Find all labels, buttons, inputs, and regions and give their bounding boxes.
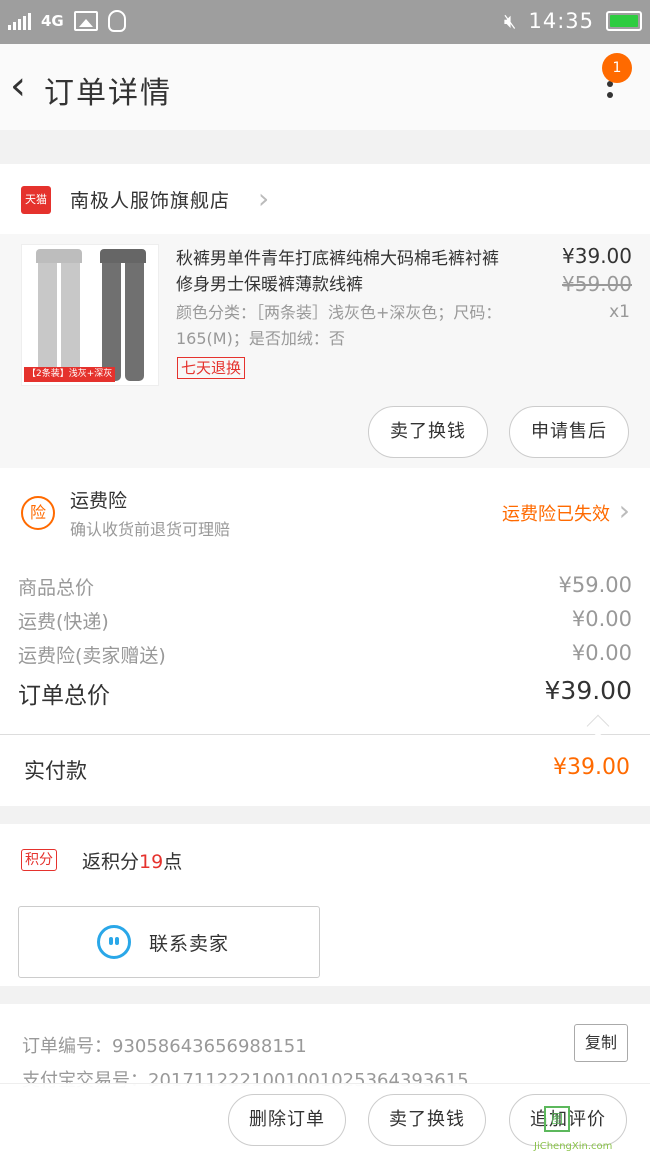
summary-label: 商品总价 bbox=[18, 577, 95, 599]
original-price: ¥59.00 bbox=[562, 272, 632, 296]
summary-label: 运费险(卖家赠送) bbox=[18, 645, 166, 667]
insurance-subtitle: 确认收货前退货可理赔 bbox=[70, 520, 231, 539]
product-spec: 颜色分类：［两条装］浅灰色+深灰色；尺码：165(M)；是否加绒：否 bbox=[176, 303, 502, 348]
order-total-value: ¥39.00 bbox=[544, 676, 632, 705]
chevron-left-icon: ‹ bbox=[10, 63, 26, 109]
network-type: 4G bbox=[41, 12, 64, 30]
page-title: 订单详情 bbox=[44, 76, 172, 111]
watermark: 图 JiChengXin.com bbox=[534, 1098, 646, 1152]
notification-badge: 1 bbox=[602, 53, 632, 83]
points-suffix: 点 bbox=[163, 851, 183, 873]
sell-button[interactable]: 卖了换钱 bbox=[368, 406, 488, 458]
product-title: 秋裤男单件青年打底裤纯棉大码棉毛裤衬裤修身男士保暖裤薄款线裤 bbox=[176, 249, 499, 295]
image-tag: 【2条装】浅灰+深灰 bbox=[24, 367, 116, 382]
points-text: 返积分19点 bbox=[82, 847, 182, 874]
back-button[interactable]: ‹ bbox=[10, 66, 40, 106]
summary-value: ¥0.00 bbox=[571, 641, 632, 665]
clock: 14:35 bbox=[528, 9, 594, 33]
summary-label: 运费(快递) bbox=[18, 611, 109, 633]
summary-row: 运费(快递) ¥0.00 bbox=[18, 607, 632, 637]
summary-row: 运费险(卖家赠送) ¥0.00 bbox=[18, 641, 632, 671]
after-sale-button[interactable]: 申请售后 bbox=[509, 406, 629, 458]
chevron-right-icon: › bbox=[618, 494, 630, 527]
summary-value: ¥0.00 bbox=[571, 607, 632, 631]
order-number: 订单编号：930586436569881​51 bbox=[22, 1036, 307, 1057]
sell-again-button[interactable]: 卖了换钱 bbox=[368, 1094, 486, 1146]
watermark-text: JiChengXin.com bbox=[534, 1141, 613, 1152]
order-total-row: 订单总价 ¥39.00 bbox=[18, 676, 632, 709]
tmall-logo: 天猫 bbox=[21, 186, 51, 214]
image-icon bbox=[73, 11, 98, 31]
points-section: 积分 返积分19点 联系卖家 bbox=[0, 824, 650, 986]
nav-bar: ‹ 订单详情 1 bbox=[0, 44, 650, 130]
contact-seller-button[interactable]: 联系卖家 bbox=[18, 906, 320, 978]
shipping-insurance[interactable]: 险 运费险 确认收货前退货可理赔 运费险已失效 › bbox=[0, 468, 650, 556]
product-image[interactable]: 【2条装】浅灰+深灰 bbox=[21, 244, 159, 386]
status-right: 🔇︎ 14:35 bbox=[504, 9, 642, 33]
points-prefix: 返积分 bbox=[82, 851, 140, 873]
product-price: ¥39.00 bbox=[562, 244, 632, 268]
return-badge: 七天退换 bbox=[177, 357, 246, 379]
dark-pants-figure bbox=[100, 249, 146, 381]
status-left: 4G bbox=[8, 10, 126, 32]
shop-name: 南极人服饰旗舰店 bbox=[70, 190, 231, 212]
points-badge: 积分 bbox=[21, 849, 57, 871]
battery-icon bbox=[606, 11, 642, 31]
price-summary: 商品总价 ¥59.00 运费(快递) ¥0.00 运费险(卖家赠送) ¥0.00… bbox=[0, 556, 650, 738]
mute-icon: 🔇︎ bbox=[503, 9, 517, 33]
payment-value: ¥39.00 bbox=[553, 755, 630, 780]
copy-button[interactable]: 复制 bbox=[574, 1024, 628, 1062]
product-quantity: x1 bbox=[609, 302, 630, 322]
summary-value: ¥59.00 bbox=[558, 573, 632, 597]
order-total-label: 订单总价 bbox=[18, 683, 110, 709]
delete-order-button[interactable]: 删除订单 bbox=[228, 1094, 346, 1146]
points-count: 19 bbox=[139, 851, 164, 873]
contact-seller-label: 联系卖家 bbox=[149, 933, 230, 955]
light-pants-figure bbox=[36, 249, 82, 381]
actual-payment: 实付款 ¥39.00 bbox=[0, 734, 650, 806]
summary-row: 商品总价 ¥59.00 bbox=[18, 573, 632, 603]
insurance-status: 运费险已失效 bbox=[502, 504, 610, 525]
watermark-icon: 图 bbox=[544, 1106, 570, 1132]
chevron-right-icon: › bbox=[258, 182, 270, 215]
chat-icon bbox=[97, 925, 131, 959]
payment-label: 实付款 bbox=[24, 759, 87, 783]
signal-icon bbox=[8, 12, 31, 30]
product-item[interactable]: 【2条装】浅灰+深灰 秋裤男单件青年打底裤纯棉大码棉毛裤衬裤修身男士保暖裤薄款线… bbox=[0, 234, 650, 468]
shop-header[interactable]: 天猫 南极人服饰旗舰店 › bbox=[0, 164, 650, 234]
qq-icon bbox=[107, 10, 126, 32]
insurance-title: 运费险 bbox=[70, 490, 128, 512]
status-bar: 4G 🔇︎ 14:35 bbox=[0, 0, 650, 44]
insurance-icon: 险 bbox=[21, 496, 55, 530]
